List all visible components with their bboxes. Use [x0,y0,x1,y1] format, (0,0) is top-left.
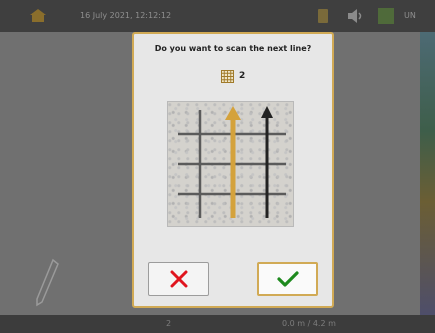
bottom-status-bar: 2 0.0 m / 4.2 m [0,315,435,333]
datetime-label: 16 July 2021, 12:12:12 [80,11,172,20]
line-number: 2 [239,71,246,81]
scan-grid-graphic [178,106,286,218]
grid-icon [221,70,234,83]
dialog-title: Do you want to scan the next line? [154,44,312,53]
scan-next-line-dialog: Do you want to scan the next line? 2 [132,32,334,308]
grid-status-icon [378,8,394,24]
battery-icon [318,9,328,23]
scan-dimensions-label: 0.0 m / 4.2 m [282,319,336,328]
pen-icon [36,258,59,307]
close-icon [170,270,187,288]
accept-button[interactable] [257,262,318,296]
unit-label: UN [404,11,416,20]
scan-grid-illustration [167,101,294,227]
check-icon [276,271,299,287]
home-icon [30,9,46,22]
line-count-label: 2 [166,319,172,328]
side-panel [420,32,435,315]
volume-icon [348,9,362,23]
status-bar: 16 July 2021, 12:12:12 UN [0,0,435,32]
reject-button[interactable] [148,262,209,296]
